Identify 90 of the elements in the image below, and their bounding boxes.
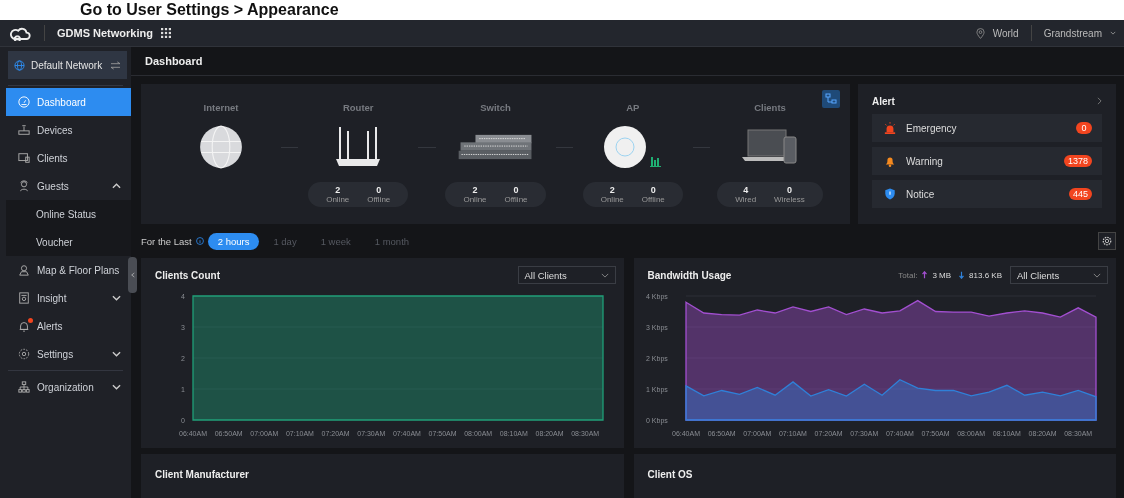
chevron-down-icon	[600, 272, 609, 278]
count-label: Offline	[367, 195, 391, 204]
gauge-icon	[18, 96, 30, 108]
alert-row[interactable]: Notice 445	[872, 180, 1102, 208]
upload-total: 3 MB	[932, 270, 952, 280]
download-total: 813.6 KB	[969, 270, 1002, 280]
nav-subitem[interactable]: Online Status	[6, 200, 131, 228]
chevron-icon	[112, 384, 121, 390]
client-filter-dropdown[interactable]: All Clients	[517, 266, 616, 284]
node-label: Clients	[754, 102, 786, 115]
count-value: 4	[743, 185, 749, 195]
bell-icon	[18, 320, 30, 332]
alert-row[interactable]: Emergency 0	[872, 114, 1102, 142]
banner-heading: Go to User Settings > Appearance	[80, 1, 339, 19]
nav-item[interactable]: Clients	[6, 144, 131, 172]
chart-title: Clients Count	[155, 269, 220, 281]
chevron-down-icon	[1093, 272, 1101, 278]
count-value: 2	[472, 185, 478, 195]
shield-icon	[884, 188, 896, 200]
nav-item[interactable]: Organization	[6, 373, 131, 401]
count-badge: 445	[1068, 188, 1092, 200]
collapse-handle[interactable]	[128, 257, 137, 293]
nav-item[interactable]: Settings	[6, 340, 131, 368]
alert-title: Alert	[872, 95, 895, 107]
filter-label: For the Last	[141, 235, 192, 247]
chart-title: Client Manufacturer	[155, 469, 249, 480]
monitor-icon	[18, 152, 30, 164]
chart-title: Bandwidth Usage	[647, 269, 732, 281]
client-filter-dropdown[interactable]: All Clients	[1010, 266, 1108, 284]
swap-icon[interactable]	[110, 60, 121, 70]
laptop-phone-drawing	[740, 127, 800, 167]
nav-item[interactable]: Map & Floor Plans	[6, 256, 131, 284]
nav-item[interactable]: Devices	[6, 116, 131, 144]
alert-label: Notice	[906, 188, 936, 200]
count-label: Offline	[641, 195, 665, 204]
account-menu[interactable]: Grandstream	[1043, 27, 1102, 39]
count-value: 0	[786, 185, 792, 195]
node-label: Router	[342, 102, 374, 115]
count-label: Online	[600, 195, 624, 204]
access-point-drawing	[602, 125, 663, 169]
report-icon	[18, 292, 30, 304]
count-value: 0	[513, 185, 519, 195]
count-value: 0	[376, 185, 382, 195]
cloud-logo-icon	[10, 25, 32, 41]
chevron-icon	[112, 351, 121, 357]
count-badge: 1378	[1063, 155, 1092, 167]
chevron-icon	[112, 183, 121, 189]
router-icon	[18, 124, 30, 136]
node-label: Internet	[203, 102, 239, 115]
hierarchy-icon	[18, 381, 30, 393]
siren-icon	[884, 122, 896, 134]
count-label: Online	[463, 195, 487, 204]
count-badge: 0	[1076, 122, 1092, 134]
caret-icon[interactable]	[1110, 31, 1116, 35]
apps-grid-icon[interactable]	[160, 28, 171, 38]
count-label: Wireless	[774, 195, 805, 204]
nav-subitem[interactable]: Voucher	[6, 228, 131, 256]
chevron-icon	[112, 295, 121, 301]
count-value: 2	[609, 185, 615, 195]
alert-label: Emergency	[906, 122, 958, 134]
download-arrow-icon	[959, 271, 965, 279]
app-name: GDMS Networking	[57, 27, 153, 39]
chevron-right-icon[interactable]	[1097, 97, 1102, 105]
nav-item[interactable]: Alerts	[6, 312, 131, 340]
settings-button[interactable]	[1098, 232, 1116, 250]
count-label: Wired	[735, 195, 757, 204]
total-label: Total:	[898, 270, 918, 280]
alert-label: Warning	[906, 155, 944, 167]
node-label: Switch	[480, 102, 511, 115]
info-icon[interactable]	[195, 237, 204, 245]
count-label: Online	[326, 195, 350, 204]
location-selector[interactable]: World	[992, 27, 1019, 39]
network-selector[interactable]: Default Network	[8, 51, 127, 79]
count-value: 0	[650, 185, 656, 195]
node-label: AP	[626, 102, 640, 115]
page-title: Dashboard	[145, 55, 203, 67]
alert-row[interactable]: Warning 1378	[872, 147, 1102, 175]
globe-drawing	[199, 125, 243, 169]
nav-item[interactable]: Insight	[6, 284, 131, 312]
gear-icon	[18, 348, 30, 360]
chart-title: Client OS	[647, 469, 693, 480]
person-icon	[18, 180, 30, 192]
upload-arrow-icon	[922, 271, 928, 279]
topology-view-icon[interactable]	[822, 90, 840, 108]
count-label: Offline	[504, 195, 528, 204]
location-pin-icon	[975, 27, 985, 39]
gear-icon	[1102, 236, 1112, 246]
bell-icon	[884, 155, 896, 167]
count-value: 2	[335, 185, 341, 195]
globe-icon	[14, 59, 25, 71]
